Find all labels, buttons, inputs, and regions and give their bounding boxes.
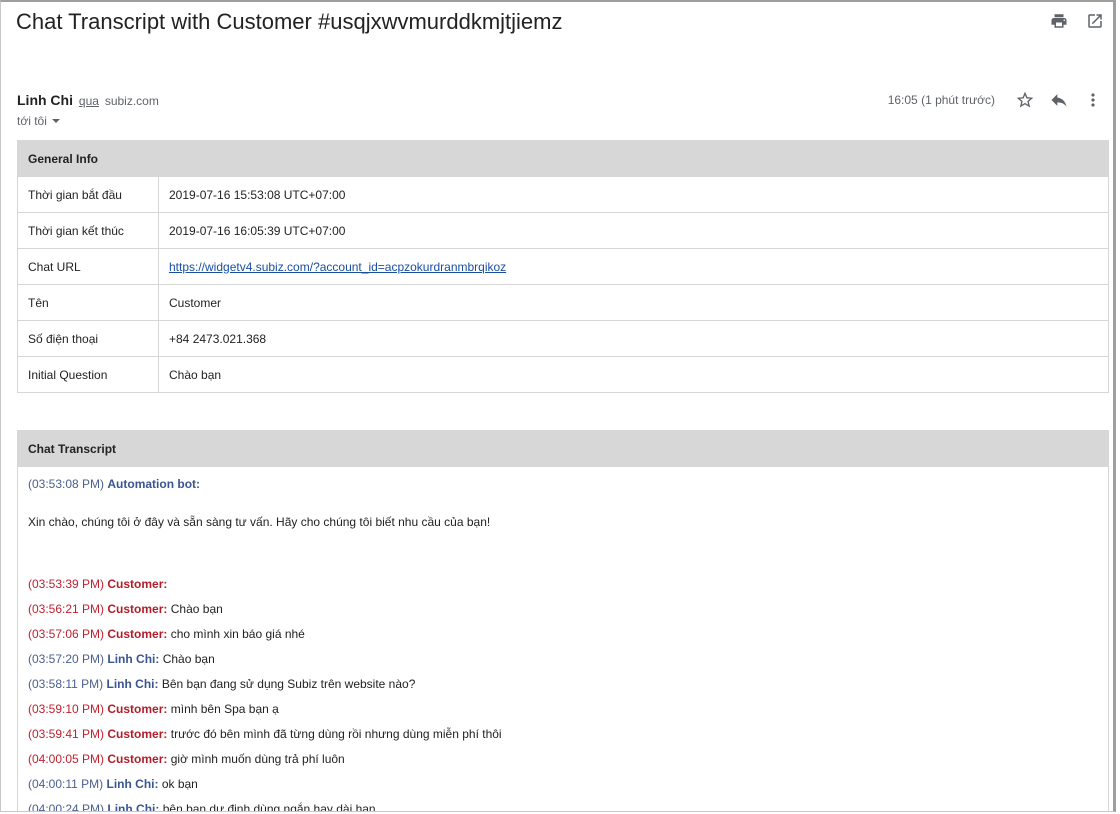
info-key: Thời gian kết thúc [17, 212, 159, 249]
info-value: 2019-07-16 15:53:08 UTC+07:00 [158, 176, 1109, 213]
message-text: bên bạn dự định dùng ngắn hay dài hạn [162, 802, 376, 812]
message-speaker: Customer: [107, 702, 168, 716]
message-speaker: Customer: [107, 752, 168, 766]
info-value: Chào bạn [158, 356, 1109, 393]
via-label[interactable]: qua [79, 94, 99, 108]
chat-message: (03:56:21 PM) Customer: Chào bạn [28, 602, 223, 616]
info-key: Chat URL [17, 248, 159, 285]
message-text: mình bên Spa bạn ạ [170, 702, 279, 716]
info-value: +84 2473.021.368 [158, 320, 1109, 357]
message-text: Bên bạn đang sử dụng Subiz trên website … [161, 677, 416, 691]
chat-message: (04:00:05 PM) Customer: giờ mình muốn dù… [28, 752, 345, 766]
message-time: (03:57:20 PM) [28, 652, 105, 666]
info-value: 2019-07-16 16:05:39 UTC+07:00 [158, 212, 1109, 249]
message-time: (03:59:41 PM) [28, 727, 105, 741]
message-time: 16:05 (1 phút trước) [887, 93, 995, 107]
info-key: Số điện thoại [17, 320, 159, 357]
table-row: Thời gian bắt đầu 2019-07-16 15:53:08 UT… [17, 176, 1109, 213]
chat-message: (04:00:11 PM) Linh Chi: ok bạn [28, 777, 198, 791]
chat-transcript-title: Chat Transcript [18, 431, 1108, 467]
table-row: Tên Customer [17, 284, 1109, 321]
more-vert-icon[interactable] [1083, 90, 1103, 110]
message-speaker: Linh Chi: [106, 777, 159, 791]
recipient-toggle[interactable]: tới tôi [17, 114, 61, 128]
info-key: Tên [17, 284, 159, 321]
table-row: Chat URL https://widgetv4.subiz.com/?acc… [17, 248, 1109, 285]
email-view: Chat Transcript with Customer #usqjxwvmu… [0, 0, 1116, 812]
top-actions [1049, 11, 1105, 31]
chat-url-link[interactable]: https://widgetv4.subiz.com/?account_id=a… [169, 260, 506, 274]
message-text: Chào bạn [162, 652, 215, 666]
message-time: (03:59:10 PM) [28, 702, 105, 716]
general-info-title: General Info [17, 140, 1109, 177]
chat-transcript: Chat Transcript (03:53:08 PM) Automation… [17, 430, 1109, 812]
bot-message: Xin chào, chúng tôi ở đây và sẵn sàng tư… [28, 515, 491, 529]
via-domain: subiz.com [104, 94, 159, 108]
message-speaker: Linh Chi: [106, 677, 159, 691]
message-speaker: Customer: [107, 627, 168, 641]
message-time: (03:53:39 PM) [28, 577, 105, 591]
message-speaker: Automation bot: [107, 477, 201, 491]
caret-down-icon [51, 119, 60, 123]
info-key: Initial Question [17, 356, 159, 393]
message-speaker: Linh Chi: [107, 802, 160, 812]
table-row: Initial Question Chào bạn [17, 356, 1109, 393]
info-value: Customer [158, 284, 1109, 321]
chat-message: (03:57:20 PM) Linh Chi: Chào bạn [28, 652, 215, 666]
message-text: cho mình xin báo giá nhé [170, 627, 305, 641]
recipient-label: tới tôi [17, 114, 47, 128]
reply-icon[interactable] [1049, 90, 1069, 110]
message-actions: 16:05 (1 phút trước) [888, 90, 1103, 110]
message-time: (03:53:08 PM) [28, 477, 105, 491]
message-time: (04:00:24 PM) [28, 802, 105, 812]
message-text: giờ mình muốn dùng trả phí luôn [170, 752, 345, 766]
message-text: ok bạn [161, 777, 198, 791]
message-speaker: Customer: [107, 602, 168, 616]
message-text: Chào bạn [170, 602, 223, 616]
table-row: Số điện thoại +84 2473.021.368 [17, 320, 1109, 357]
general-info-table: General Info Thời gian bắt đầu 2019-07-1… [17, 140, 1109, 393]
message-time: (03:56:21 PM) [28, 602, 105, 616]
message-speaker: Linh Chi: [107, 652, 160, 666]
message-time: (04:00:11 PM) [28, 777, 104, 791]
chat-message: (03:58:11 PM) Linh Chi: Bên bạn đang sử … [28, 677, 415, 691]
sender-name[interactable]: Linh Chi [17, 92, 73, 108]
open-in-new-window-icon[interactable] [1085, 11, 1105, 31]
bot-header: (03:53:08 PM) Automation bot: [28, 477, 200, 491]
chat-message: (03:53:39 PM) Customer: [28, 577, 167, 591]
info-value: https://widgetv4.subiz.com/?account_id=a… [158, 248, 1109, 285]
print-icon[interactable] [1049, 11, 1069, 31]
message-time: (04:00:05 PM) [28, 752, 105, 766]
chat-message: (04:00:24 PM) Linh Chi: bên bạn dự định … [28, 802, 376, 812]
sender-line: Linh Chi qua subiz.com [17, 92, 159, 108]
message-time: (03:57:06 PM) [28, 627, 105, 641]
email-subject: Chat Transcript with Customer #usqjxwvmu… [16, 9, 563, 34]
message-speaker: Customer: [107, 727, 168, 741]
table-row: Thời gian kết thúc 2019-07-16 16:05:39 U… [17, 212, 1109, 249]
chat-message: (03:59:41 PM) Customer: trước đó bên mìn… [28, 727, 502, 741]
info-key: Thời gian bắt đầu [17, 176, 159, 213]
message-speaker: Customer: [107, 577, 168, 591]
message-text: trước đó bên mình đã từng dùng rồi nhưng… [170, 727, 502, 741]
star-icon[interactable] [1015, 90, 1035, 110]
chat-message: (03:57:06 PM) Customer: cho mình xin báo… [28, 627, 305, 641]
message-time: (03:58:11 PM) [28, 677, 104, 691]
chat-message: (03:59:10 PM) Customer: mình bên Spa bạn… [28, 702, 279, 716]
